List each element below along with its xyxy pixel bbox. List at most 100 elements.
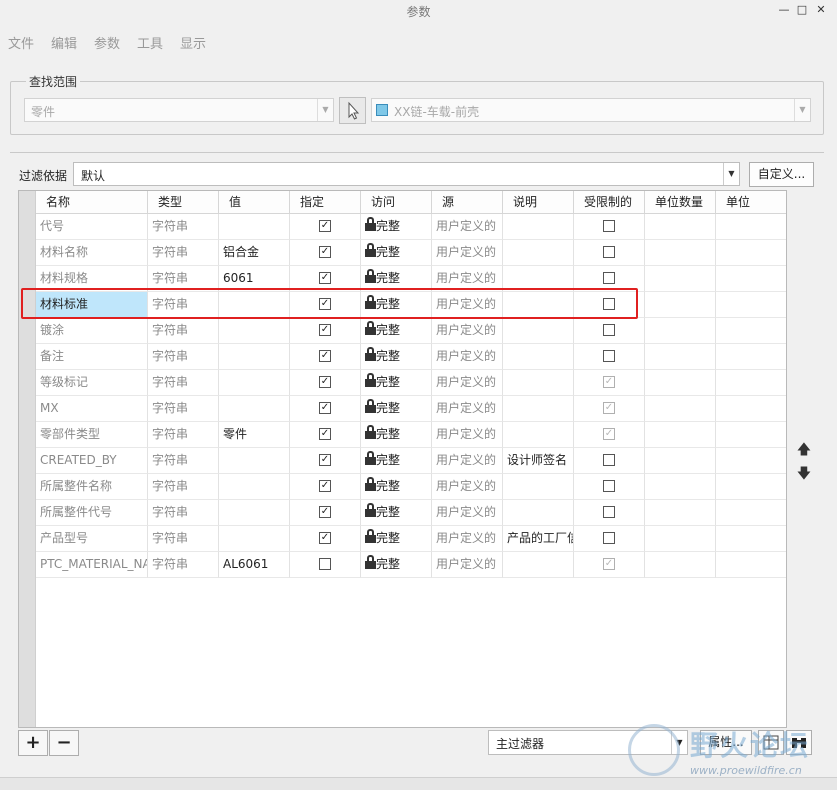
restricted-checkbox[interactable] [603, 220, 615, 232]
cell-source[interactable]: 用户定义的 [432, 500, 503, 526]
designate-checkbox[interactable] [319, 558, 331, 570]
move-up-icon[interactable]: 🡅 [795, 439, 813, 463]
cell-unit-qty[interactable] [645, 396, 716, 422]
cell-type[interactable]: 字符串 [148, 318, 219, 344]
move-down-icon[interactable]: 🡇 [795, 463, 813, 487]
cell-designate[interactable]: ✓ [290, 474, 361, 500]
cell-type[interactable]: 字符串 [148, 526, 219, 552]
cell-unit-qty[interactable] [645, 422, 716, 448]
close-button[interactable]: ✕ [814, 3, 828, 17]
main-filter-select[interactable]: 主过滤器 ▼ [488, 730, 688, 755]
designate-checkbox[interactable]: ✓ [319, 376, 331, 388]
cell-designate[interactable]: ✓ [290, 526, 361, 552]
cell-value[interactable] [219, 448, 290, 474]
column-header-type[interactable]: 类型 [148, 191, 219, 214]
cell-desc[interactable] [503, 474, 574, 500]
cell-desc[interactable] [503, 422, 574, 448]
cell-unit[interactable] [716, 448, 786, 474]
remove-parameter-button[interactable]: − [49, 730, 79, 756]
cell-unit[interactable] [716, 344, 786, 370]
cell-desc[interactable] [503, 396, 574, 422]
filter-select[interactable]: 默认 ▼ [73, 162, 740, 186]
cell-value[interactable] [219, 318, 290, 344]
restricted-checkbox[interactable]: ✓ [603, 428, 615, 440]
cell-type[interactable]: 字符串 [148, 422, 219, 448]
cell-type[interactable]: 字符串 [148, 396, 219, 422]
cell-value[interactable] [219, 396, 290, 422]
cell-unit[interactable] [716, 318, 786, 344]
cell-unit[interactable] [716, 292, 786, 318]
cell-source[interactable]: 用户定义的 [432, 474, 503, 500]
designate-checkbox[interactable]: ✓ [319, 428, 331, 440]
cell-name[interactable]: 所属整件代号 [36, 500, 148, 526]
cell-value[interactable]: 铝合金 [219, 240, 290, 266]
cell-name[interactable]: MX [36, 396, 148, 422]
cell-designate[interactable]: ✓ [290, 318, 361, 344]
cell-access[interactable]: 完整 [361, 240, 432, 266]
cell-designate[interactable]: ✓ [290, 370, 361, 396]
pick-model-button[interactable] [339, 97, 366, 124]
cell-value[interactable] [219, 370, 290, 396]
cell-designate[interactable]: ✓ [290, 448, 361, 474]
scope-model-select[interactable]: XX链-车载-前壳 ▼ [371, 98, 811, 122]
cell-access[interactable]: 完整 [361, 318, 432, 344]
cell-restricted[interactable] [574, 214, 645, 240]
designate-checkbox[interactable]: ✓ [319, 402, 331, 414]
column-header-desc[interactable]: 说明 [503, 191, 574, 214]
cell-unit[interactable] [716, 552, 786, 578]
designate-checkbox[interactable]: ✓ [319, 220, 331, 232]
cell-source[interactable]: 用户定义的 [432, 344, 503, 370]
cell-unit-qty[interactable] [645, 370, 716, 396]
column-header-value[interactable]: 值 [219, 191, 290, 214]
customize-button[interactable]: 自定义... [749, 162, 814, 187]
menu-display[interactable]: 显示 [180, 33, 206, 52]
cell-desc[interactable] [503, 318, 574, 344]
cell-designate[interactable]: ✓ [290, 422, 361, 448]
cell-name[interactable]: 代号 [36, 214, 148, 240]
restricted-checkbox[interactable] [603, 246, 615, 258]
cell-unit-qty[interactable] [645, 526, 716, 552]
restricted-checkbox[interactable] [603, 480, 615, 492]
cell-unit[interactable] [716, 396, 786, 422]
cell-value[interactable] [219, 344, 290, 370]
cell-restricted[interactable]: ✓ [574, 370, 645, 396]
cell-name[interactable]: PTC_MATERIAL_NAME [36, 552, 148, 578]
column-header-unit[interactable]: 单位 [716, 191, 786, 214]
column-header-source[interactable]: 源 [432, 191, 503, 214]
cell-source[interactable]: 用户定义的 [432, 370, 503, 396]
designate-checkbox[interactable]: ✓ [319, 350, 331, 362]
cell-source[interactable]: 用户定义的 [432, 318, 503, 344]
column-header-designate[interactable]: 指定 [290, 191, 361, 214]
restricted-checkbox[interactable] [603, 532, 615, 544]
cell-desc[interactable] [503, 370, 574, 396]
restricted-checkbox[interactable] [603, 272, 615, 284]
cell-source[interactable]: 用户定义的 [432, 422, 503, 448]
cell-desc[interactable] [503, 240, 574, 266]
cell-unit-qty[interactable] [645, 266, 716, 292]
cell-source[interactable]: 用户定义的 [432, 214, 503, 240]
menu-edit[interactable]: 编辑 [51, 33, 77, 52]
column-header-access[interactable]: 访问 [361, 191, 432, 214]
designate-checkbox[interactable]: ✓ [319, 480, 331, 492]
cell-type[interactable]: 字符串 [148, 500, 219, 526]
cell-access[interactable]: 完整 [361, 344, 432, 370]
cell-unit-qty[interactable] [645, 500, 716, 526]
scope-type-select[interactable]: 零件 ▼ [24, 98, 334, 122]
cell-restricted[interactable] [574, 240, 645, 266]
cell-restricted[interactable]: ✓ [574, 422, 645, 448]
cell-source[interactable]: 用户定义的 [432, 552, 503, 578]
cell-unit-qty[interactable] [645, 240, 716, 266]
cell-value[interactable] [219, 214, 290, 240]
cell-desc[interactable] [503, 552, 574, 578]
cell-name[interactable]: 所属整件名称 [36, 474, 148, 500]
cell-type[interactable]: 字符串 [148, 448, 219, 474]
cell-name[interactable]: CREATED_BY [36, 448, 148, 474]
cell-restricted[interactable] [574, 318, 645, 344]
column-header-name[interactable]: 名称 [36, 191, 148, 214]
cell-value[interactable]: AL6061 [219, 552, 290, 578]
cell-name[interactable]: 备注 [36, 344, 148, 370]
cell-access[interactable]: 完整 [361, 500, 432, 526]
cell-designate[interactable]: ✓ [290, 396, 361, 422]
cell-access[interactable]: 完整 [361, 474, 432, 500]
cell-desc[interactable] [503, 344, 574, 370]
